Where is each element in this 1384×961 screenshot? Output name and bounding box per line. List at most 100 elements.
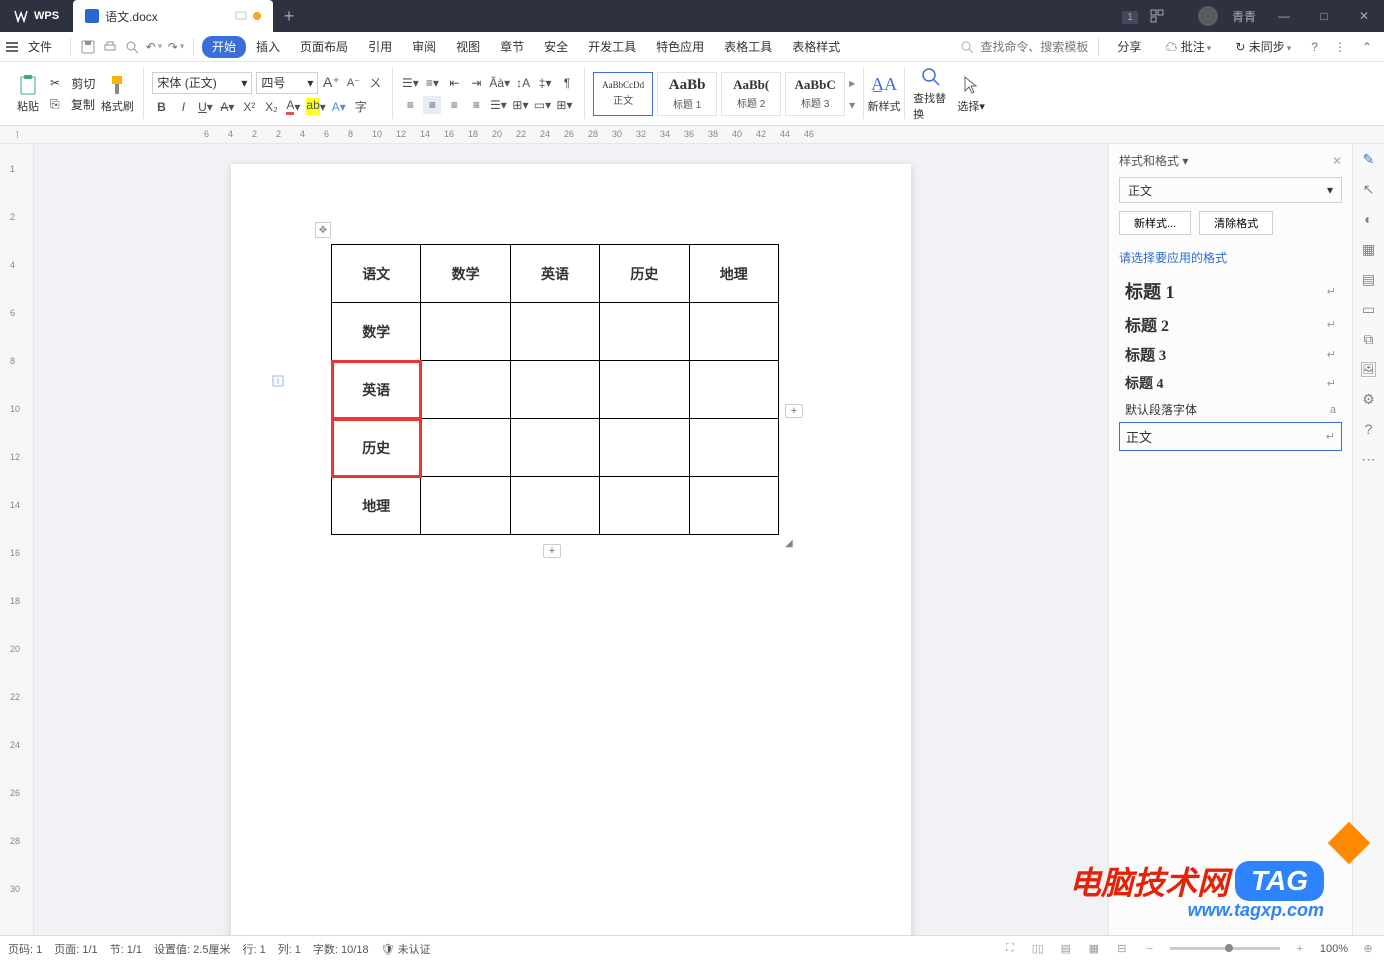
number-list-button[interactable]: ≡▾ [423, 74, 441, 92]
status-section[interactable]: 节: 1/1 [110, 941, 142, 957]
font-size-select[interactable]: 四号▾ [256, 72, 318, 94]
save-icon[interactable] [79, 38, 97, 56]
status-page-no[interactable]: 页码: 1 [8, 941, 42, 957]
document-table[interactable]: 语文 数学 英语 历史 地理 数学 英语 历史 地理 [331, 244, 779, 535]
style-list-item-4[interactable]: 默认段落字体a [1119, 397, 1342, 422]
italic-button[interactable]: I [174, 98, 192, 116]
font-color-button[interactable]: A▾ [284, 98, 302, 116]
align-right-button[interactable]: ≡ [445, 96, 463, 114]
refresh-icon[interactable]: ◐ [1360, 210, 1378, 228]
print-icon[interactable] [101, 38, 119, 56]
ribbon-tab-0[interactable]: 开始 [202, 36, 246, 58]
sort-button[interactable]: ↕A [514, 74, 532, 92]
printlayout-icon[interactable]: ▤ [1058, 942, 1074, 955]
ruler-corner-icon[interactable]: ˥ [0, 126, 34, 143]
ribbon-tab-10[interactable]: 表格工具 [714, 36, 782, 58]
cut-button[interactable]: ✂ 剪切 [50, 75, 95, 92]
style-list-item-3[interactable]: 标题 4↵ [1119, 369, 1342, 397]
strike-button[interactable]: A▾ [218, 98, 236, 116]
redo-icon[interactable]: ↷▾ [167, 38, 185, 56]
ribbon-tab-2[interactable]: 页面布局 [290, 36, 358, 58]
outline-icon[interactable]: ⊟ [1114, 942, 1130, 955]
bold-button[interactable]: B [152, 98, 170, 116]
search-icon[interactable] [958, 38, 976, 56]
phonetic-button[interactable]: 字 [352, 98, 370, 116]
style-list-item-2[interactable]: 标题 3↵ [1119, 340, 1342, 369]
align-center-button[interactable]: ≡ [423, 96, 441, 114]
style-gallery-more[interactable]: ▸▾ [849, 72, 855, 116]
style-gallery[interactable]: AaBbCcDd正文AaBb标题 1AaBb(标题 2AaBbC标题 3▸▾ [587, 62, 861, 125]
screen-icon[interactable] [235, 10, 247, 22]
vertical-ruler[interactable]: 124681012141618202224262830 [0, 144, 34, 935]
more-icon[interactable]: ⋮ [1334, 40, 1346, 54]
help-icon[interactable]: ? [1311, 40, 1318, 54]
select-button[interactable]: 选择▾ [953, 74, 989, 114]
fit-icon[interactable]: ⊕ [1360, 942, 1376, 955]
find-replace-button[interactable]: 查找替换 [913, 66, 949, 122]
zoom-slider[interactable] [1170, 947, 1280, 950]
cell-r1c4[interactable]: 历史 [600, 245, 689, 303]
settings-icon[interactable]: ⚙ [1360, 390, 1378, 408]
align-left-button[interactable]: ≡ [401, 96, 419, 114]
style-list-item-1[interactable]: 标题 2↵ [1119, 308, 1342, 340]
document-scroll[interactable]: ✥ 语文 数学 英语 历史 地理 数学 英语 历史 地理 + + ◢ [34, 144, 1108, 935]
ribbon-tab-5[interactable]: 视图 [446, 36, 490, 58]
style-list-item-5[interactable]: 正文↵ [1119, 422, 1342, 451]
style-card-0[interactable]: AaBbCcDd正文 [593, 72, 653, 116]
underline-button[interactable]: U▾ [196, 98, 214, 116]
new-style-button[interactable]: A̲A 新样式 [866, 62, 902, 125]
cell-r5c1[interactable]: 地理 [332, 477, 421, 535]
annotate-button[interactable]: ☁ 批注▾ [1155, 34, 1221, 59]
status-page[interactable]: 页面: 1/1 [54, 941, 97, 957]
subscript-button[interactable]: X₂ [262, 98, 280, 116]
table-move-handle[interactable]: ✥ [315, 222, 331, 238]
unsync-button[interactable]: ↻ 未同步▾ [1225, 34, 1301, 59]
cell-r4c1[interactable]: 历史 [332, 419, 421, 477]
style-card-3[interactable]: AaBbC标题 3 [785, 72, 845, 116]
status-cert[interactable]: 🛡 未认证 [381, 941, 431, 957]
maximize-button[interactable]: □ [1304, 9, 1344, 23]
hamburger-icon[interactable] [6, 42, 18, 52]
font-name-select[interactable]: 宋体 (正文)▾ [152, 72, 252, 94]
cell-r2c1[interactable]: 数学 [332, 303, 421, 361]
style-list-item-0[interactable]: 标题 1↵ [1119, 274, 1342, 308]
readmode-icon[interactable]: ▯▯ [1030, 942, 1046, 955]
shading-button[interactable]: ▭▾ [533, 96, 551, 114]
cell-r1c1[interactable]: 语文 [332, 245, 421, 303]
status-setting[interactable]: 设置值: 2.5厘米 [154, 941, 230, 957]
cell-r1c5[interactable]: 地理 [689, 245, 778, 303]
snap-button[interactable]: ⊞▾ [511, 96, 529, 114]
indent-decrease-button[interactable]: ⇤ [445, 74, 463, 92]
insert-indicator-icon[interactable] [271, 374, 285, 388]
user-area[interactable]: 青青 [1190, 6, 1264, 26]
paragraph-marks-button[interactable]: ¶ [558, 74, 576, 92]
arrow-cursor-icon[interactable]: ↖ [1360, 180, 1378, 198]
add-row-handle[interactable]: + [543, 544, 561, 558]
zoom-in-icon[interactable]: + [1292, 943, 1308, 955]
table-icon[interactable]: ▤ [1360, 270, 1378, 288]
notification-badge[interactable]: 1 [1110, 9, 1150, 23]
ribbon-tab-9[interactable]: 特色应用 [646, 36, 714, 58]
style-card-1[interactable]: AaBb标题 1 [657, 72, 717, 116]
highlight-button[interactable]: ab▾ [306, 98, 325, 116]
file-menu[interactable]: 文件 [28, 38, 52, 55]
more-rail-icon[interactable]: ⋯ [1360, 450, 1378, 468]
ribbon-tab-4[interactable]: 审阅 [402, 36, 446, 58]
clear-format-button[interactable]: 清除格式 [1199, 211, 1273, 235]
text-effects-button[interactable]: A▾ [330, 98, 348, 116]
format-painter-button[interactable]: 格式刷 [99, 74, 135, 114]
clear-format-icon[interactable]: ㄨ [366, 74, 384, 92]
distribute-button[interactable]: ☰▾ [489, 96, 507, 114]
share-button[interactable]: 分享 [1107, 34, 1151, 59]
add-tab-button[interactable]: + [273, 6, 305, 27]
undo-icon[interactable]: ↶▾ [145, 38, 163, 56]
frame-icon[interactable]: ▭ [1360, 300, 1378, 318]
apps-icon[interactable] [1150, 9, 1190, 23]
cell-r1c2[interactable]: 数学 [421, 245, 510, 303]
ribbon-tab-3[interactable]: 引用 [358, 36, 402, 58]
status-col[interactable]: 列: 1 [278, 941, 301, 957]
cell-r3c1[interactable]: 英语 [332, 361, 421, 419]
help-rail-icon[interactable]: ? [1360, 420, 1378, 438]
align-justify-button[interactable]: ≡ [467, 96, 485, 114]
new-style-panel-button[interactable]: 新样式... [1119, 211, 1191, 235]
